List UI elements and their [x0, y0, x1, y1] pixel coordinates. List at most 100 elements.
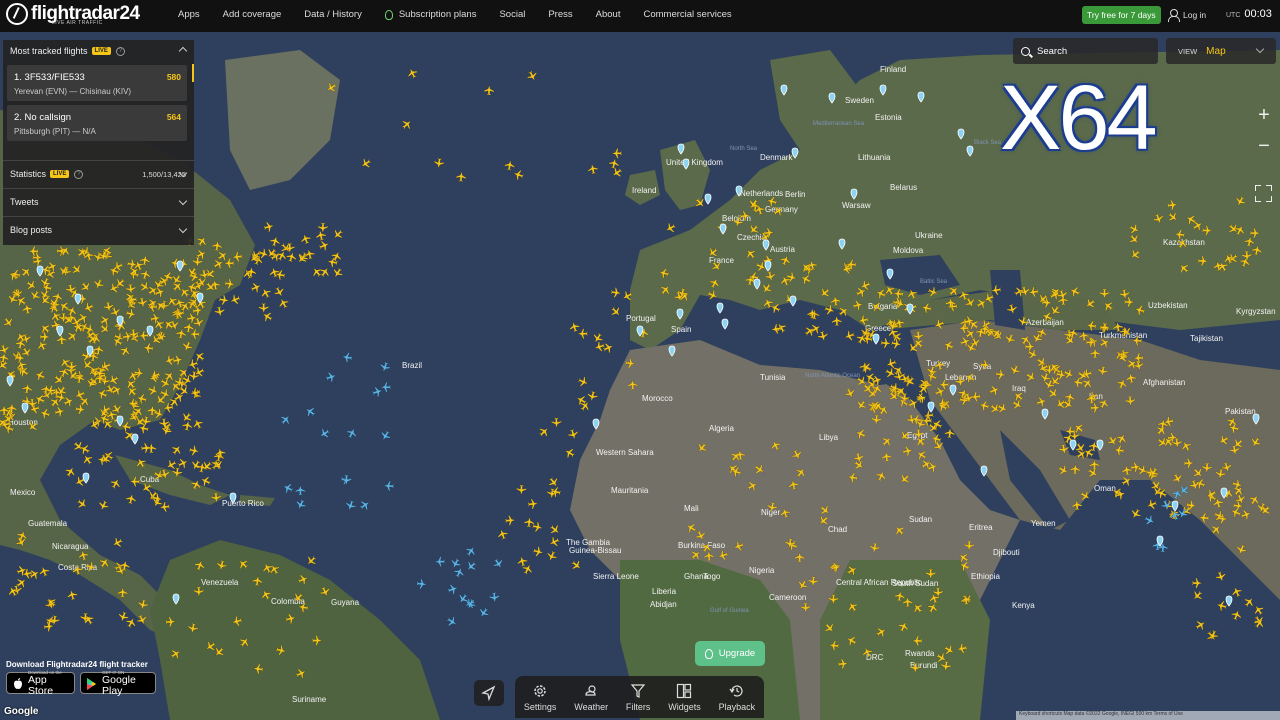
view-selector[interactable]: VIEW Map [1166, 38, 1276, 64]
google-play-button[interactable]: GET IT ON Google Play [80, 670, 156, 697]
nav-add-coverage[interactable]: Add coverage [223, 9, 282, 20]
search-box[interactable]: Search [1013, 38, 1158, 64]
map-label: Tajikistan [1190, 334, 1223, 343]
zoom-out-button[interactable]: − [1251, 133, 1277, 159]
map-label: Ireland [632, 186, 656, 195]
weather-label: Weather [574, 702, 609, 712]
map-label: Oman [1094, 484, 1116, 493]
tweets-header[interactable]: Tweets [10, 197, 39, 207]
divider [3, 188, 194, 189]
filters-button[interactable]: Filters [625, 683, 651, 712]
divider [3, 160, 194, 161]
lightbulb-icon [384, 9, 393, 20]
map-label: Syria [973, 362, 992, 371]
map-label: Uzbekistan [1148, 301, 1188, 310]
map-label: Netherlands [740, 189, 783, 198]
nav-subscription-plans[interactable]: Subscription plans [384, 9, 476, 20]
info-icon[interactable]: ? [115, 46, 125, 56]
map-label: Niger [761, 508, 780, 517]
expand-chevron-icon[interactable] [178, 224, 188, 234]
google-logo: Google [4, 706, 39, 717]
map-label: Mauritania [611, 486, 649, 495]
flight-card-2[interactable]: 2. No callsign Pittsburgh (PIT) — N/A 56… [7, 105, 187, 141]
map-label: Mali [684, 504, 699, 513]
map-label: Eritrea [969, 523, 993, 532]
map-label: Moldova [893, 246, 924, 255]
map-label: Mediterranean Sea [813, 121, 865, 127]
upgrade-button[interactable]: Upgrade [695, 641, 765, 666]
location-arrow-icon[interactable] [474, 680, 504, 706]
utc-label: UTC [1226, 12, 1241, 19]
view-value: Map [1206, 45, 1226, 57]
map-label: Liberia [652, 587, 677, 596]
fullscreen-icon[interactable] [1255, 185, 1272, 202]
map-label: Pakistan [1225, 407, 1256, 416]
utc-clock: UTC 00:03 [1226, 8, 1272, 20]
login-button[interactable]: Log in [1168, 9, 1207, 22]
weather-icon [585, 685, 596, 696]
map-label: Black Sea [974, 140, 1002, 146]
widgets-button[interactable]: Widgets [668, 683, 701, 712]
map-label: Djibouti [993, 548, 1020, 557]
map-label: Greece [865, 324, 892, 333]
nav-data-history[interactable]: Data / History [304, 9, 362, 20]
map-label: Denmark [760, 153, 793, 162]
login-label: Log in [1183, 10, 1207, 20]
gear-icon [534, 685, 546, 697]
playback-label: Playback [718, 702, 756, 712]
map-label: Nigeria [749, 566, 775, 575]
search-icon [1021, 46, 1030, 56]
settings-button[interactable]: Settings [523, 683, 557, 712]
nav-press[interactable]: Press [548, 9, 572, 20]
blog-posts-header[interactable]: Blog posts [10, 225, 52, 235]
weather-button[interactable]: Weather [574, 683, 608, 712]
nav-social[interactable]: Social [499, 9, 525, 20]
settings-label: Settings [523, 702, 557, 712]
tracker-count: 564 [166, 112, 181, 122]
map-label: Western Sahara [596, 448, 654, 457]
map-label: Central African Republic [836, 578, 922, 587]
map-label: Cameroon [769, 593, 806, 602]
collapse-chevron-icon[interactable] [178, 46, 188, 56]
tweets-title: Tweets [10, 197, 39, 207]
map-label: North Atlantic Ocean [805, 373, 860, 379]
zoom-in-button[interactable]: + [1251, 102, 1277, 128]
flight-card-1[interactable]: 1. 3F533/FIE533 Yerevan (EVN) — Chisinau… [7, 65, 187, 101]
overlay-watermark: X64 [1000, 67, 1158, 169]
map-label: Abidjan [650, 600, 677, 609]
google-play-icon [87, 677, 97, 690]
logo-icon [6, 3, 28, 25]
filters-label: Filters [625, 702, 651, 712]
apple-icon [13, 677, 23, 689]
map-label: North Sea [730, 146, 758, 152]
map-label: Tunisia [760, 373, 786, 382]
statistics-header[interactable]: Statistics LIVE ? 1,500/13,425 [10, 169, 190, 179]
tracker-count: 580 [166, 72, 181, 82]
flight-title: 1. 3F533/FIE533 [14, 72, 85, 83]
nav-commercial-services[interactable]: Commercial services [643, 9, 731, 20]
nav-apps[interactable]: Apps [178, 9, 200, 20]
widgets-icon [677, 683, 692, 699]
main-nav: Apps Add coverage Data / History Subscri… [178, 9, 755, 20]
app-store-button[interactable]: Download on the App Store [6, 670, 75, 696]
divider [3, 216, 194, 217]
user-icon [1168, 9, 1180, 22]
map-label: Sweden [845, 96, 874, 105]
playback-button[interactable]: Playback [718, 683, 756, 712]
map-label: Guyana [331, 598, 360, 607]
most-tracked-header[interactable]: Most tracked flights LIVE ? [10, 46, 125, 56]
blog-posts-title: Blog posts [10, 225, 53, 235]
widgets-label: Widgets [668, 702, 701, 712]
map-label: Estonia [875, 113, 902, 122]
map-label: Togo [703, 572, 721, 581]
statistics-title: Statistics [10, 169, 47, 179]
nav-about[interactable]: About [596, 9, 621, 20]
scrollbar[interactable] [192, 64, 194, 82]
free-trial-button[interactable]: Try free for 7 days [1082, 6, 1161, 24]
info-icon[interactable]: ? [74, 169, 84, 179]
map-label: Brazil [402, 361, 422, 370]
lightbulb-icon [704, 648, 713, 659]
googleplay-big: Google Play [102, 673, 136, 697]
map-label: Sudan [909, 515, 932, 524]
expand-chevron-icon[interactable] [178, 196, 188, 206]
